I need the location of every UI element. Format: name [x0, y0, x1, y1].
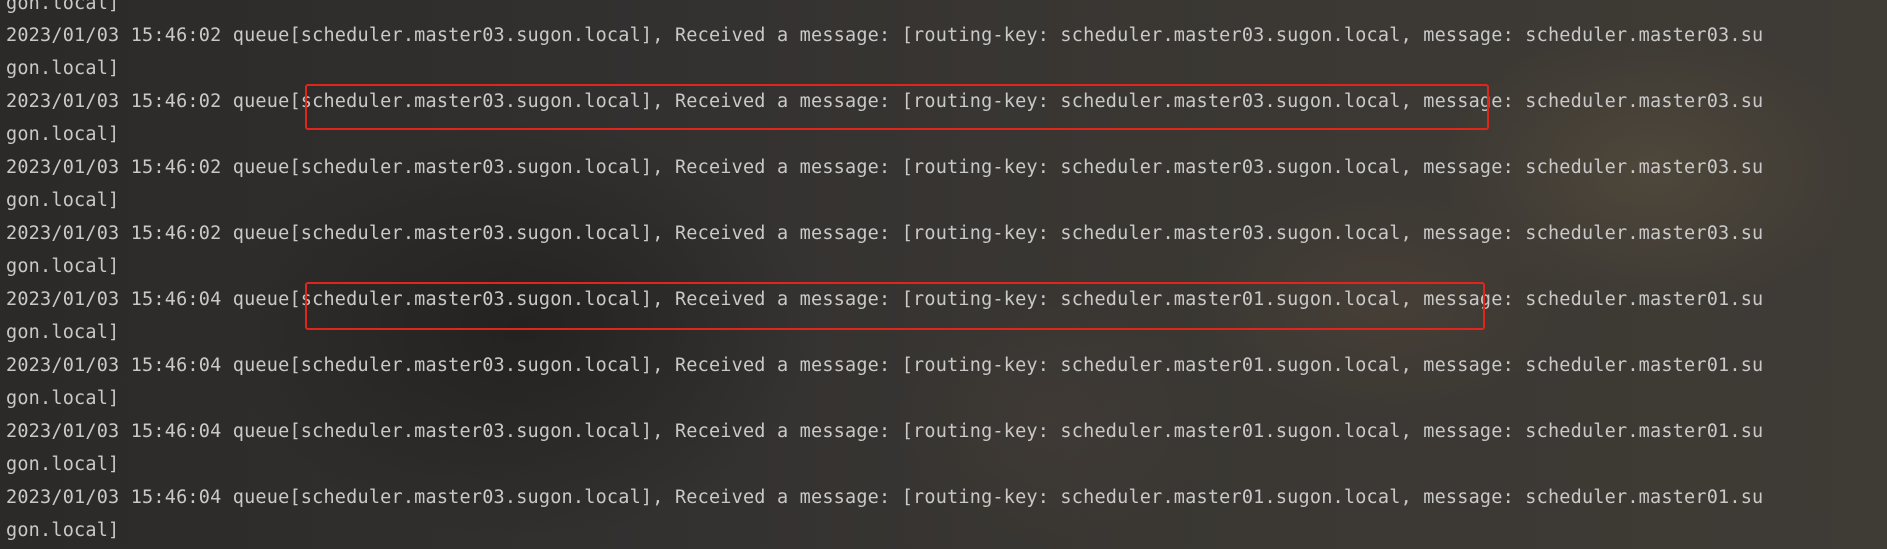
log-line: 2023/01/03 15:46:04 queue[scheduler.mast…: [6, 421, 1764, 442]
log-line: gon.local]: [6, 454, 120, 475]
log-line: gon.local]: [6, 256, 120, 277]
log-line: 2023/01/03 15:46:02 queue[scheduler.mast…: [6, 157, 1764, 178]
log-line: gon.local]: [6, 0, 120, 14]
log-line: gon.local]: [6, 124, 120, 145]
log-line: 2023/01/03 15:46:04 queue[scheduler.mast…: [6, 355, 1764, 376]
log-line: gon.local]: [6, 322, 120, 343]
log-line: gon.local]: [6, 388, 120, 409]
log-line: 2023/01/03 15:46:04 queue[scheduler.mast…: [6, 487, 1764, 508]
log-line: gon.local]: [6, 58, 120, 79]
log-line: gon.local]: [6, 190, 120, 211]
log-line: 2023/01/03 15:46:02 queue[scheduler.mast…: [6, 223, 1764, 244]
console-output[interactable]: gon.local] 2023/01/03 15:46:02 queue[sch…: [0, 0, 1887, 549]
highlight-box: [305, 282, 1485, 330]
log-line: gon.local]: [6, 520, 120, 541]
log-line: 2023/01/03 15:46:02 queue[scheduler.mast…: [6, 25, 1764, 46]
highlight-box: [305, 84, 1489, 130]
